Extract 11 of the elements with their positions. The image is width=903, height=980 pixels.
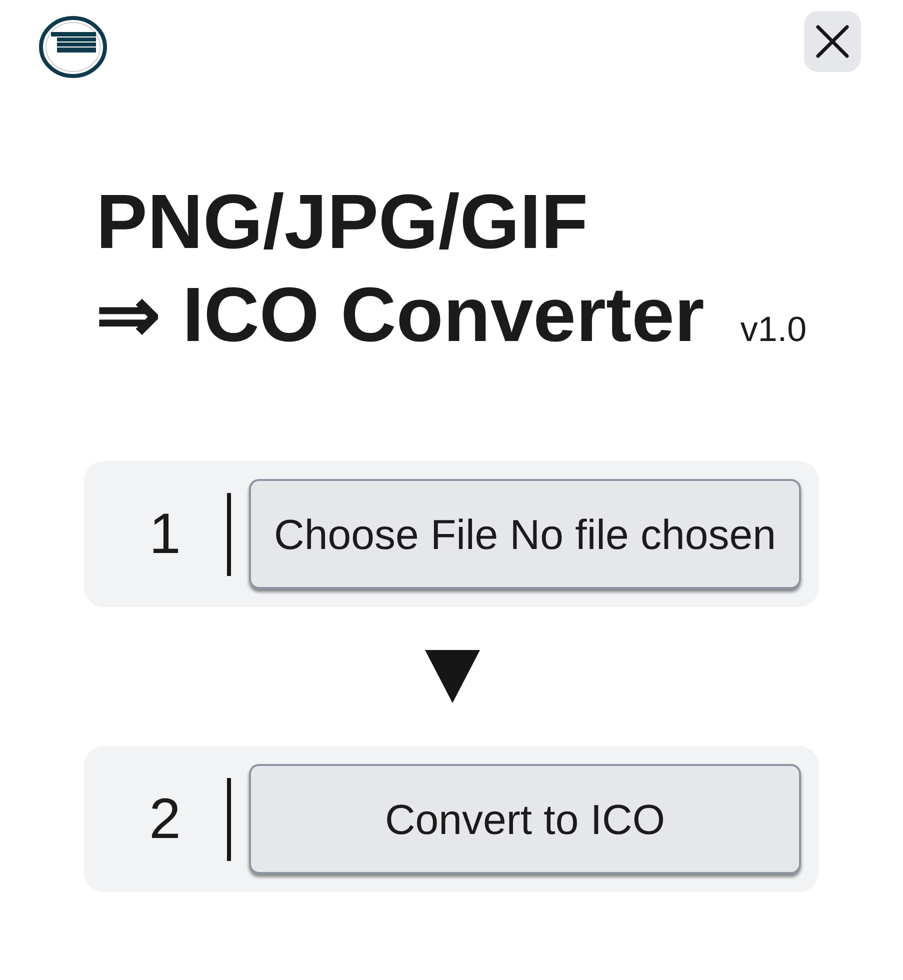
- step-button[interactable]: Convert to ICO: [249, 764, 801, 874]
- step-button[interactable]: Choose File No file chosen: [249, 479, 801, 589]
- step-number: 1: [148, 506, 182, 562]
- step-number: 2: [148, 790, 182, 848]
- down-triangle-icon: [425, 650, 480, 703]
- version-label: v1.0: [740, 312, 807, 347]
- title-text: PNG/JPG/GIF: [96, 178, 588, 267]
- title-text: ⇒ ICO Converter: [96, 271, 704, 360]
- close-button[interactable]: [804, 11, 861, 72]
- close-icon: [816, 25, 849, 58]
- logo-icon: [39, 16, 107, 78]
